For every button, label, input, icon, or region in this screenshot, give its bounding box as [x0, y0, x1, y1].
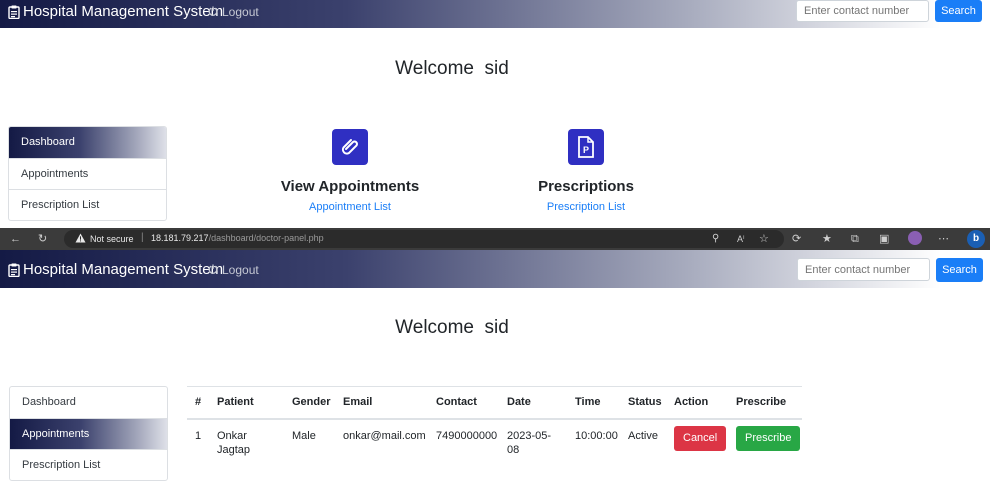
patient-first-name: Onkar — [217, 429, 247, 442]
column-header: Email — [335, 386, 428, 420]
profile-avatar-icon[interactable] — [908, 231, 922, 245]
patient-email: onkar@mail.com — [343, 429, 426, 442]
brand[interactable]: Hospital Management System — [8, 3, 223, 20]
power-icon — [208, 5, 218, 19]
view-appointments-title: View Appointments — [280, 178, 420, 195]
search-input[interactable] — [797, 258, 930, 281]
appointment-date: 2023-05- 08 — [499, 419, 567, 463]
action-cell: Cancel — [666, 419, 728, 463]
column-header: Status — [620, 386, 666, 420]
brand-text: Hospital Management System — [23, 261, 224, 278]
appointment-list-link[interactable]: Appointment List — [250, 201, 450, 213]
security-label: Not secure — [90, 234, 134, 244]
column-header: Date — [499, 386, 567, 420]
sidebar-item-appointments[interactable]: Appointments — [9, 158, 166, 189]
svg-text:P: P — [583, 145, 589, 155]
url-host: 18.181.79.217 — [151, 233, 209, 243]
paperclip-icon[interactable] — [332, 129, 368, 165]
cancel-button[interactable]: Cancel — [674, 425, 727, 451]
row-number: 1 — [195, 429, 202, 442]
date-part-2: 08 — [507, 443, 520, 456]
appointment-status: Active — [628, 429, 658, 442]
welcome-heading: Welcome sid — [395, 317, 509, 338]
sidebar: Dashboard Appointments Prescription List — [8, 126, 167, 221]
prescriptions-card: P Prescriptions Prescription List — [486, 129, 686, 213]
read-aloud-icon[interactable]: Aⁱ — [737, 232, 745, 246]
sidebar-item-appointments[interactable]: Appointments — [10, 418, 167, 449]
patient-name: Onkar Jagtap — [209, 419, 284, 463]
url-text: 18.181.79.217/dashboard/doctor-panel.php — [151, 233, 324, 243]
dashboard-screenshot-top: Hospital Management System Logout Search… — [0, 0, 990, 228]
sidebar: Dashboard Appointments Prescription List — [9, 386, 168, 481]
navbar: Hospital Management System Logout Search — [0, 250, 990, 288]
screenshot-icon[interactable]: ▣ — [879, 232, 889, 246]
prescription-list-link[interactable]: Prescription List — [486, 201, 686, 213]
table-row: 1 Onkar Jagtap Male onkar@mail.com 749000… — [187, 419, 802, 463]
prescriptions-title: Prescriptions — [538, 178, 634, 195]
column-header: Action — [666, 386, 728, 420]
search-button[interactable]: Search — [935, 0, 982, 22]
bing-icon[interactable]: b — [967, 230, 985, 248]
more-menu-icon[interactable]: ⋯ — [938, 232, 949, 246]
table-header-row: # Patient Gender Email Contact Date Time… — [187, 386, 802, 420]
power-icon — [208, 263, 218, 277]
favorite-add-icon[interactable]: ☆ — [759, 232, 769, 246]
welcome-heading: Welcome sid — [395, 58, 509, 79]
logout-label: Logout — [222, 263, 259, 277]
sidebar-item-prescription-list[interactable]: Prescription List — [9, 189, 166, 220]
clipboard-icon — [8, 263, 20, 277]
prescription-file-icon[interactable]: P — [568, 129, 604, 165]
patient-contact: 7490000000 — [436, 429, 498, 442]
logout-label: Logout — [222, 5, 259, 19]
dashboard-screenshot-bottom: Hospital Management System Logout Search… — [0, 250, 990, 494]
sidebar-item-prescription-list[interactable]: Prescription List — [10, 449, 167, 480]
navbar: Hospital Management System Logout Search — [0, 0, 990, 28]
date-part-1: 2023-05- — [507, 429, 552, 442]
back-arrow-icon[interactable]: ← — [10, 232, 21, 246]
view-appointments-card: View Appointments Appointment List — [250, 129, 450, 213]
collections-icon[interactable]: ⧉ — [851, 232, 859, 246]
extension-icon[interactable]: ⟳ — [792, 232, 801, 246]
url-separator: | — [141, 232, 144, 243]
search-input[interactable] — [796, 0, 929, 22]
logout-link[interactable]: Logout — [208, 263, 259, 277]
warning-triangle-icon — [75, 233, 86, 245]
column-header: Contact — [428, 386, 499, 420]
search-button[interactable]: Search — [936, 258, 983, 282]
clipboard-icon — [8, 5, 20, 19]
patient-gender: Male — [292, 429, 316, 442]
favorites-icon[interactable]: ★ — [822, 232, 832, 246]
appointment-time: 10:00:00 — [575, 429, 618, 442]
column-header: # — [187, 386, 209, 420]
prescribe-button[interactable]: Prescribe — [736, 425, 801, 451]
logout-link[interactable]: Logout — [208, 5, 259, 19]
column-header: Gender — [284, 386, 335, 420]
brand[interactable]: Hospital Management System — [8, 261, 223, 278]
patient-last-name: Jagtap — [217, 443, 251, 456]
column-header: Patient — [209, 386, 284, 420]
security-warning[interactable]: Not secure — [75, 233, 134, 245]
sidebar-item-dashboard[interactable]: Dashboard — [9, 127, 166, 158]
column-header: Prescribe — [728, 386, 802, 420]
brand-text: Hospital Management System — [23, 3, 224, 20]
prescribe-cell: Prescribe — [728, 419, 802, 463]
refresh-icon[interactable]: ↻ — [38, 232, 47, 246]
appointments-table: # Patient Gender Email Contact Date Time… — [187, 386, 802, 463]
key-icon[interactable]: ⚲ — [712, 232, 719, 246]
url-path: /dashboard/doctor-panel.php — [208, 233, 324, 243]
column-header: Time — [567, 386, 620, 420]
browser-toolbar: ← ↻ Not secure | 18.181.79.217/dashboard… — [0, 228, 990, 250]
sidebar-item-dashboard[interactable]: Dashboard — [10, 387, 167, 418]
